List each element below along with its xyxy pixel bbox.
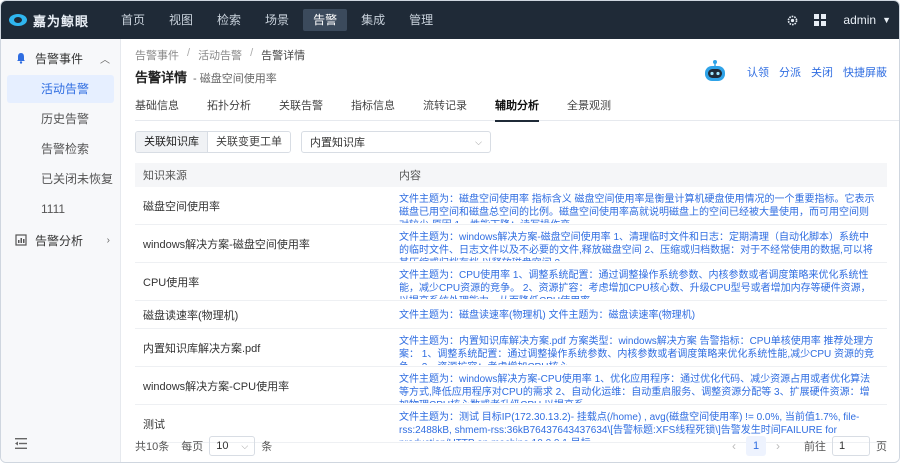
main-nav: 首页 视图 检索 场景 告警 集成 管理 (111, 1, 447, 39)
close-button[interactable]: 关闭 (811, 64, 833, 80)
next-page-button[interactable]: › (776, 439, 780, 453)
eye-logo-icon (9, 14, 27, 26)
table-row: 磁盘读速率(物理机) 文件主题为：磁盘读速率(物理机) 文件主题为：磁盘读速率(… (135, 301, 887, 329)
per-page-label: 每页 (181, 441, 204, 453)
row-content-link[interactable]: 文件主题为：内置知识库解决方案.pdf 方案类型：windows解决方案 告警指… (387, 331, 887, 365)
claim-button[interactable]: 认领 (747, 64, 769, 80)
quick-mute-button[interactable]: 快捷屏蔽 (843, 64, 887, 80)
row-source: 内置知识库解决方案.pdf (143, 342, 261, 355)
sidebar-item-active-alerts[interactable]: 活动告警 (7, 75, 114, 103)
goto-page-input[interactable]: 1 (832, 436, 870, 456)
bell-icon (15, 52, 27, 64)
pagination: 共10条 每页 10 ⌵ 条 ‹ 1 › 前往 1 页 (135, 435, 887, 457)
grid-apps-icon[interactable] (813, 13, 827, 27)
nav-view[interactable]: 视图 (159, 9, 203, 31)
chevron-down-icon[interactable]: ▼ (882, 15, 891, 25)
nav-alert[interactable]: 告警 (303, 9, 348, 31)
table-row: CPU使用率 文件主题为：CPU使用率 1、调整系统配置：通过调整操作系统参数、… (135, 263, 887, 301)
knowledge-base-select[interactable]: 内置知识库 ⌵ (301, 131, 491, 153)
page-size-select[interactable]: 10 ⌵ (209, 436, 256, 456)
row-content-link[interactable]: 文件主题为：windows解决方案-磁盘空间使用率 1、清理临时文件和日志：定期… (387, 227, 887, 261)
gear-icon[interactable] (785, 13, 799, 27)
header-actions: 认领 分派 关闭 快捷屏蔽 (701, 59, 887, 85)
tab-related-alerts[interactable]: 关联告警 (279, 95, 323, 121)
sidebar-item-history-alerts[interactable]: 历史告警 (7, 105, 114, 133)
sidebar-item-alert-search[interactable]: 告警检索 (7, 135, 114, 163)
robot-assistant-icon[interactable] (701, 59, 729, 85)
total-count: 共10条 (135, 441, 170, 453)
nav-scene[interactable]: 场景 (255, 9, 299, 31)
table-row: windows解决方案-磁盘空间使用率 文件主题为：windows解决方案-磁盘… (135, 225, 887, 263)
breadcrumb-item[interactable]: 活动告警 (198, 47, 242, 63)
sidebar: 告警事件 ︿ 活动告警 历史告警 告警检索 已关闭未恢复 1111 告警分析 › (1, 39, 121, 462)
page-size-value: 10 (216, 440, 229, 452)
breadcrumb: 告警事件 / 活动告警 / 告警详情 (135, 47, 306, 63)
sidebar-item-closed-unrecovered[interactable]: 已关闭未恢复 (7, 165, 114, 193)
tab-basic-info[interactable]: 基础信息 (135, 95, 179, 121)
user-menu[interactable]: admin (843, 13, 876, 27)
row-content-link[interactable]: 文件主题为：CPU使用率 1、调整系统配置：通过调整操作系统参数、内核参数或者调… (387, 265, 887, 299)
main-content: 告警事件 / 活动告警 / 告警详情 告警详情 - 磁盘空间使用率 认领 分派 … (121, 39, 899, 462)
table-header: 知识来源 内容 (135, 163, 887, 187)
detail-tabs: 基础信息 拓扑分析 关联告警 指标信息 流转记录 辅助分析 全景观测 (135, 95, 899, 122)
nav-manage[interactable]: 管理 (399, 9, 443, 31)
tab-flow-records[interactable]: 流转记录 (423, 95, 467, 121)
row-source: 磁盘空间使用率 (143, 200, 220, 213)
goto-label: 前往 (804, 441, 826, 453)
top-right-tools: admin ▼ (771, 13, 899, 27)
row-source: windows解决方案-磁盘空间使用率 (143, 238, 310, 251)
filter-bar: 关联知识库 关联变更工单 内置知识库 ⌵ (135, 131, 491, 153)
select-value: 内置知识库 (310, 137, 365, 149)
nav-search[interactable]: 检索 (207, 9, 251, 31)
chart-icon (15, 234, 27, 246)
table-row: 磁盘空间使用率 文件主题为：磁盘空间使用率 指标含义 磁盘空间使用率是衡量计算机… (135, 187, 887, 225)
tab-assist-analysis[interactable]: 辅助分析 (495, 95, 539, 122)
page-number-1[interactable]: 1 (746, 436, 766, 456)
row-content-link[interactable]: 文件主题为：磁盘读速率(物理机) 文件主题为：磁盘读速率(物理机) (387, 305, 887, 325)
column-header-content: 内容 (399, 170, 421, 182)
column-header-source: 知识来源 (143, 170, 187, 182)
chevron-down-icon: ⌵ (241, 440, 249, 451)
assign-button[interactable]: 分派 (779, 64, 801, 80)
prev-page-button[interactable]: ‹ (732, 439, 736, 453)
nav-home[interactable]: 首页 (111, 9, 155, 31)
collapse-sidebar-icon[interactable] (15, 438, 27, 452)
row-source: 测试 (143, 418, 165, 431)
source-segmented-control: 关联知识库 关联变更工单 (135, 131, 291, 153)
segment-change-tickets[interactable]: 关联变更工单 (207, 132, 290, 152)
chevron-down-icon: ⌵ (475, 136, 482, 147)
row-content-link[interactable]: 文件主题为：windows解决方案-CPU使用率 1、优化应用程序：通过优化代码… (387, 369, 887, 403)
logo-text: 嘉为鲸眼 (33, 13, 90, 29)
sidebar-group-alert-events[interactable]: 告警事件 ︿ (1, 43, 120, 73)
sidebar-group-label: 告警分析 (35, 233, 84, 248)
tab-topology[interactable]: 拓扑分析 (207, 95, 251, 121)
knowledge-table: 知识来源 内容 磁盘空间使用率 文件主题为：磁盘空间使用率 指标含义 磁盘空间使… (135, 163, 887, 443)
sidebar-group-label: 告警事件 (35, 51, 84, 66)
top-navbar: 嘉为鲸眼 首页 视图 检索 场景 告警 集成 管理 admin ▼ (1, 1, 899, 39)
row-source: CPU使用率 (143, 276, 200, 289)
row-source: 磁盘读速率(物理机) (143, 309, 239, 322)
table-row: 内置知识库解决方案.pdf 文件主题为：内置知识库解决方案.pdf 方案类型：w… (135, 329, 887, 367)
page-subtitle: - 磁盘空间使用率 (193, 73, 277, 85)
table-row: windows解决方案-CPU使用率 文件主题为：windows解决方案-CPU… (135, 367, 887, 405)
breadcrumb-current: 告警详情 (261, 50, 306, 62)
app-window: 嘉为鲸眼 首页 视图 检索 场景 告警 集成 管理 admin ▼ 告警事件 ︿… (0, 0, 900, 463)
chevron-up-icon: ︿ (100, 54, 110, 66)
segment-knowledge-base[interactable]: 关联知识库 (136, 132, 207, 152)
sidebar-group-alert-analysis[interactable]: 告警分析 › (1, 225, 120, 255)
app-logo[interactable]: 嘉为鲸眼 (1, 11, 111, 30)
row-source: windows解决方案-CPU使用率 (143, 380, 290, 393)
pager-controls: ‹ 1 › 前往 1 页 (722, 436, 887, 456)
per-page-unit: 条 (261, 441, 273, 453)
sidebar-item-1111[interactable]: 1111 (7, 195, 114, 223)
page-title: 告警详情 (135, 70, 188, 85)
goto-unit: 页 (876, 441, 887, 453)
tab-panorama[interactable]: 全景观测 (567, 95, 611, 121)
tab-metrics[interactable]: 指标信息 (351, 95, 395, 121)
row-content-link[interactable]: 文件主题为：磁盘空间使用率 指标含义 磁盘空间使用率是衡量计算机硬盘使用情况的一… (387, 189, 887, 223)
nav-integration[interactable]: 集成 (351, 9, 395, 31)
breadcrumb-item[interactable]: 告警事件 (135, 47, 179, 63)
page-header: 告警详情 - 磁盘空间使用率 (135, 67, 277, 86)
chevron-right-icon: › (106, 234, 110, 246)
